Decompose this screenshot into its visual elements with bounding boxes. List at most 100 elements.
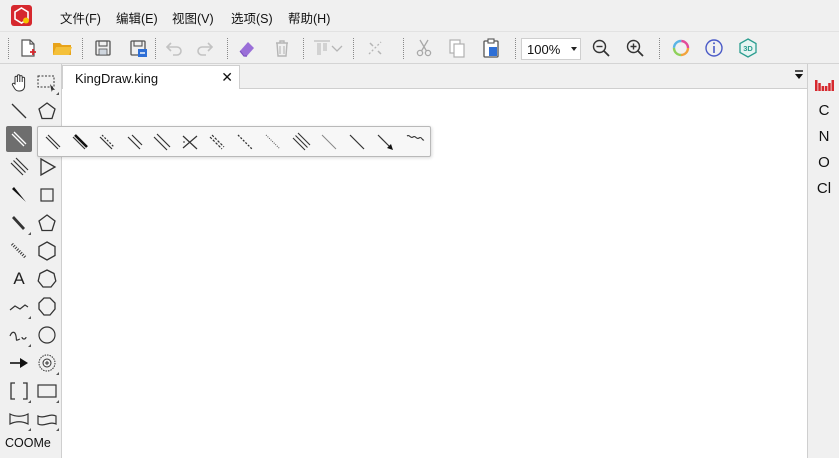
zoom-out-button[interactable] (588, 35, 614, 61)
ribbon-icon (9, 413, 29, 425)
menu-view[interactable]: 视图(V) (172, 8, 214, 27)
open-file-button[interactable] (49, 35, 75, 61)
bond-option-wavy[interactable] (402, 129, 428, 155)
flip-icon (368, 41, 382, 55)
single-bond-button[interactable] (6, 98, 32, 124)
bond-type-flyout (37, 126, 431, 157)
menu-edit[interactable]: 编辑(E) (116, 8, 158, 27)
element-carbon-button[interactable]: C (808, 102, 839, 119)
redo-icon (197, 42, 214, 56)
bond-option-double-offset[interactable] (122, 129, 148, 155)
save-button[interactable] (90, 35, 116, 61)
tab-list-menu-icon[interactable] (794, 69, 804, 81)
bond-option-crossed[interactable] (177, 129, 203, 155)
octagon-ring-button[interactable] (34, 294, 60, 320)
eraser-button[interactable] (234, 35, 260, 61)
close-icon[interactable]: ✕ (221, 70, 233, 84)
element-chlorine-button[interactable]: Cl (808, 180, 839, 197)
single-bond-icon (11, 103, 27, 119)
paste-button[interactable] (478, 35, 504, 61)
bracket-icon (10, 382, 28, 400)
app-logo-icon[interactable] (11, 5, 32, 26)
pentagon-ring-button[interactable] (34, 98, 60, 124)
element-oxygen-button[interactable]: O (808, 154, 839, 171)
bond-option-single[interactable] (344, 129, 370, 155)
align-dropdown-button[interactable] (329, 35, 345, 61)
orbital-tool-button[interactable] (34, 350, 60, 376)
flip-button[interactable] (362, 35, 388, 61)
zoom-out-icon (592, 39, 610, 57)
bond-option-dashed[interactable] (232, 129, 258, 155)
element-nitrogen-button[interactable]: N (808, 128, 839, 145)
wedge-bond-button[interactable] (6, 182, 32, 208)
info-button[interactable] (701, 35, 727, 61)
color-button[interactable] (668, 35, 694, 61)
shape-tool-button[interactable] (34, 378, 60, 404)
triangle-ring-button[interactable] (34, 154, 60, 180)
bond-option-double[interactable] (40, 129, 66, 155)
hexagon-icon (38, 241, 56, 261)
pentagon-icon (38, 102, 56, 120)
text-tool-button[interactable]: A (6, 266, 32, 292)
triple-bond-button[interactable] (6, 154, 32, 180)
menu-help[interactable]: 帮助(H) (288, 8, 330, 27)
bond-option-double-dashed[interactable] (94, 129, 120, 155)
bond-option-triple[interactable] (288, 129, 314, 155)
single-bond-icon (349, 134, 365, 150)
rectangle-icon (37, 384, 57, 398)
delete-button[interactable] (269, 35, 295, 61)
cut-button[interactable] (411, 35, 437, 61)
ring-tool-button[interactable] (34, 322, 60, 348)
template-tool-button[interactable]: COOMe (5, 436, 51, 450)
triple-bond-icon (10, 157, 29, 176)
flyout-indicator (28, 400, 31, 403)
toolbar-separator (515, 38, 516, 59)
bond-option-arrow[interactable] (372, 129, 398, 155)
toolbar-separator (82, 38, 83, 59)
menu-file[interactable]: 文件(F) (60, 8, 101, 27)
bond-option-double-bold[interactable] (67, 129, 93, 155)
menu-options[interactable]: 选项(S) (231, 8, 273, 27)
bond-tool-button-active[interactable] (6, 126, 32, 152)
hexagon-ring-button[interactable] (34, 238, 60, 264)
hand-tool-button[interactable] (6, 70, 32, 96)
chain-icon (9, 304, 29, 311)
hashed-bond-icon (10, 242, 28, 260)
document-tab[interactable]: KingDraw.king ✕ (62, 65, 240, 90)
select-tool-button[interactable] (34, 70, 60, 96)
scissors-icon (416, 39, 432, 57)
new-file-button[interactable] (15, 35, 41, 61)
arrow-bond-icon (377, 134, 393, 150)
ribbon-tool-button[interactable] (6, 406, 32, 432)
plane-tool-button[interactable] (34, 406, 60, 432)
save-as-button[interactable] (125, 35, 151, 61)
zoom-in-button[interactable] (622, 35, 648, 61)
periodic-table-icon[interactable] (815, 77, 834, 91)
bond-option-double-centered[interactable] (149, 129, 175, 155)
double-centered-bond-icon (153, 133, 171, 151)
square-ring-button[interactable] (34, 182, 60, 208)
copy-button[interactable] (444, 35, 470, 61)
bond-option-dotted[interactable] (260, 129, 286, 155)
double-dashed-bond-icon (99, 134, 115, 150)
dashed-pair-bond-icon (209, 134, 225, 150)
redo-button[interactable] (193, 35, 219, 61)
bold-wedge-button[interactable] (6, 210, 32, 236)
pentagon-ring-button-2[interactable] (34, 210, 60, 236)
chain-tool-button[interactable] (6, 294, 32, 320)
hashed-bond-button[interactable] (6, 238, 32, 264)
bond-option-single-light[interactable] (316, 129, 342, 155)
circle-ring-icon (38, 326, 56, 344)
arrow-tool-button[interactable] (6, 350, 32, 376)
bond-option-dashed-pair[interactable] (204, 129, 230, 155)
curve-tool-button[interactable] (6, 322, 32, 348)
wedge-bond-icon (12, 187, 26, 202)
3d-view-button[interactable]: 3D (735, 35, 761, 61)
bracket-tool-button[interactable] (6, 378, 32, 404)
double-bold-bond-icon (72, 134, 88, 150)
color-wheel-icon (672, 39, 690, 57)
undo-button[interactable] (160, 35, 186, 61)
folder-open-icon (53, 43, 72, 55)
zoom-select[interactable]: 100% (521, 38, 581, 60)
heptagon-ring-button[interactable] (34, 266, 60, 292)
